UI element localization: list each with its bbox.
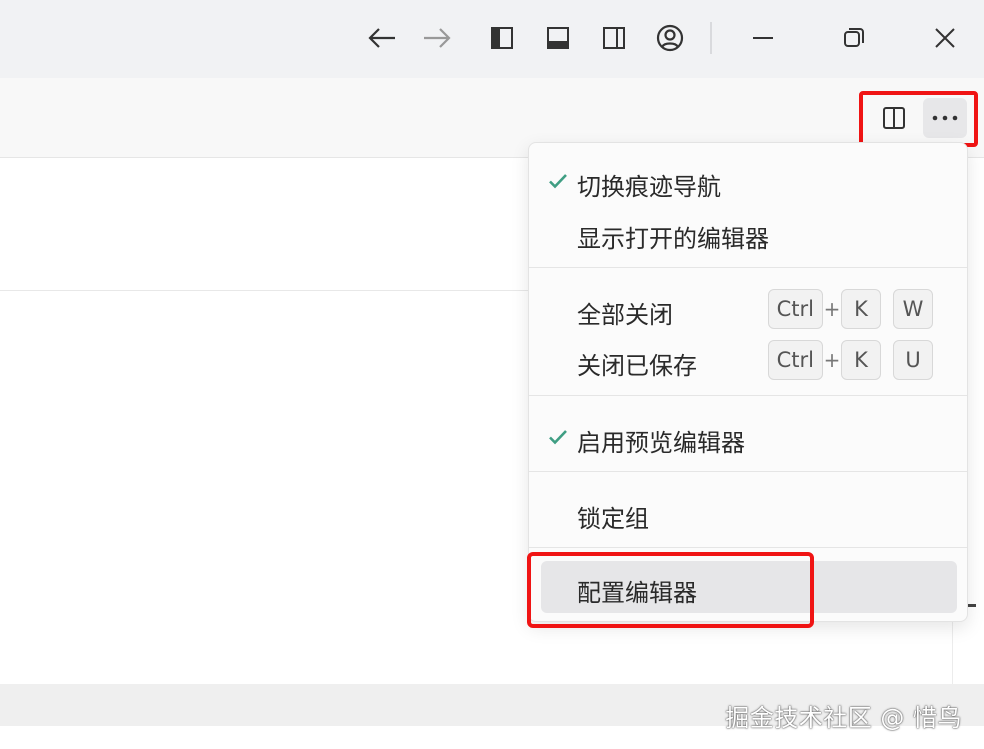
check-icon [549, 430, 567, 445]
account-icon[interactable] [648, 16, 692, 60]
menu-item-toggle-breadcrumbs[interactable]: 切换痕迹导航 [541, 157, 957, 205]
menu-item-show-open-editors[interactable]: 显示打开的编辑器 [541, 209, 957, 257]
toggle-primary-sidebar-icon[interactable] [480, 16, 524, 60]
restore-icon[interactable] [832, 16, 876, 60]
key-u: U [893, 340, 933, 380]
forward-arrow-icon[interactable] [415, 16, 459, 60]
close-icon[interactable] [923, 16, 967, 60]
key-w: W [893, 289, 933, 329]
menu-item-enable-preview-editors[interactable]: 启用预览编辑器 [541, 413, 957, 461]
minimize-icon[interactable] [741, 16, 785, 60]
titlebar-separator [710, 22, 712, 54]
menu-item-close-all[interactable]: 全部关闭 Ctrl + K W [541, 285, 957, 333]
menu-separator [529, 395, 967, 396]
menu-item-label: 全部关闭 [577, 301, 673, 329]
key-ctrl: Ctrl [767, 289, 823, 329]
key-k: K [841, 340, 881, 380]
more-actions-menu: 切换痕迹导航 显示打开的编辑器 全部关闭 Ctrl + K W 关闭已保存 Ct… [528, 142, 968, 622]
check-icon [549, 174, 567, 189]
watermark: 掘金技术社区 @ 惜鸟 [725, 704, 962, 732]
content-divider [0, 290, 530, 291]
menu-item-close-saved[interactable]: 关闭已保存 Ctrl + K U [541, 336, 957, 384]
toggle-panel-icon[interactable] [536, 16, 580, 60]
key-plus: + [823, 348, 841, 372]
toggle-secondary-sidebar-icon[interactable] [592, 16, 636, 60]
menu-separator [529, 547, 967, 548]
menu-item-label: 锁定组 [577, 505, 649, 533]
menu-item-label: 启用预览编辑器 [577, 429, 745, 457]
menu-item-label: 显示打开的编辑器 [577, 225, 769, 253]
menu-item-label: 关闭已保存 [577, 352, 697, 380]
title-bar [0, 0, 984, 78]
back-arrow-icon[interactable] [360, 16, 404, 60]
key-plus: + [823, 297, 841, 321]
menu-item-label: 切换痕迹导航 [577, 173, 721, 201]
key-ctrl: Ctrl [767, 340, 823, 380]
shortcut-close-saved: Ctrl + K U [767, 340, 933, 380]
key-k: K [841, 289, 881, 329]
menu-separator [529, 471, 967, 472]
menu-separator [529, 267, 967, 268]
menu-item-lock-group[interactable]: 锁定组 [541, 489, 957, 537]
shortcut-close-all: Ctrl + K W [767, 289, 933, 329]
highlight-box-configure-editors [527, 552, 814, 628]
highlight-box-editor-actions [859, 91, 978, 147]
